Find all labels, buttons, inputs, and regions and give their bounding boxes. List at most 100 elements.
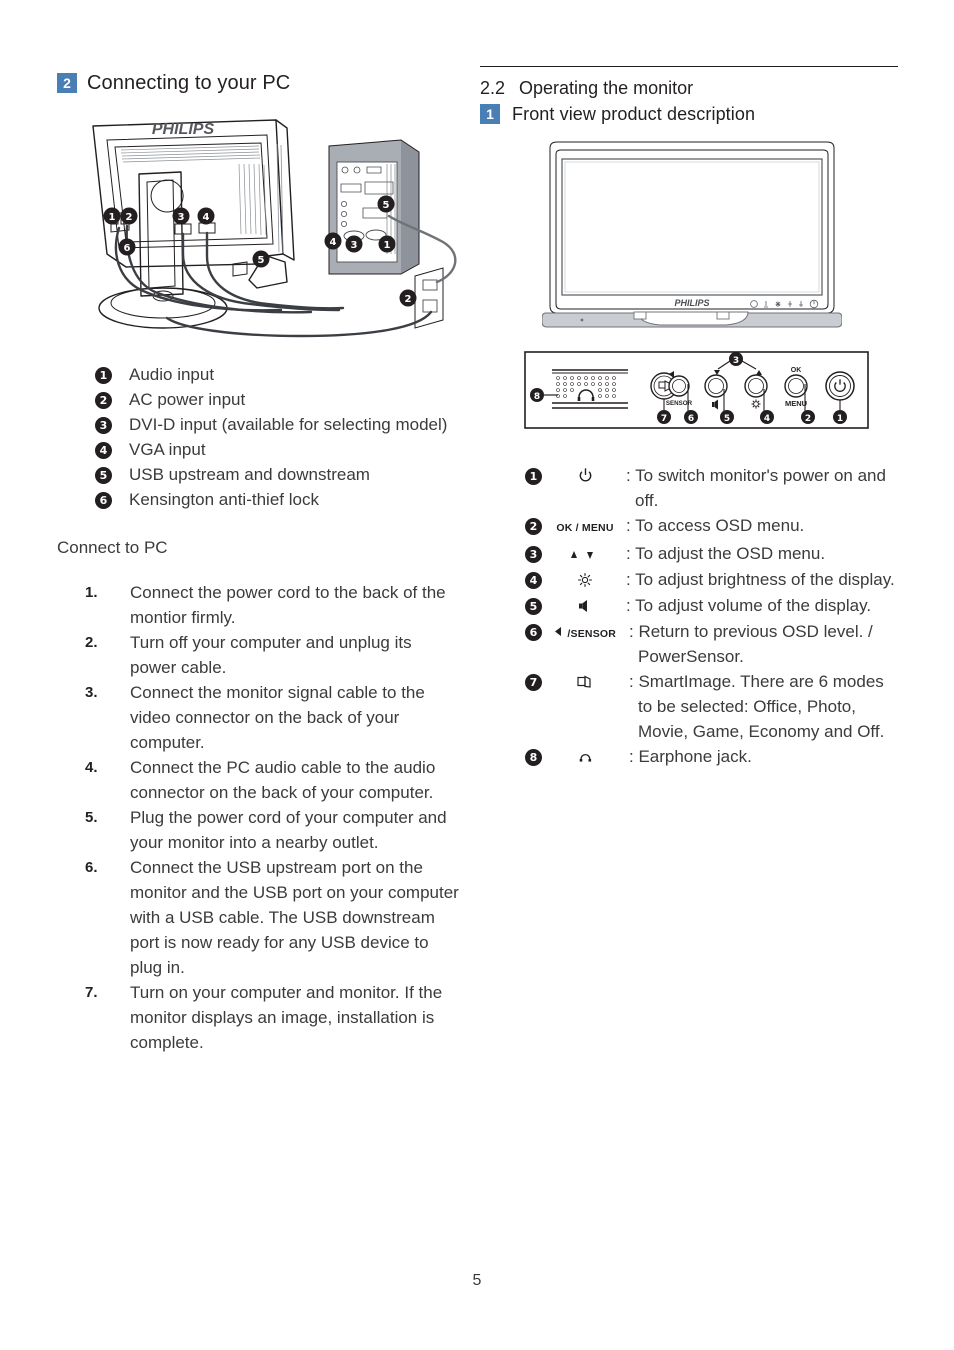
list-item: 4. Connect the PC audio cable to the aud…	[85, 755, 467, 805]
button-desc-2: : To access OSD menu.	[626, 516, 805, 535]
subsection-title: Front view product description	[512, 104, 756, 124]
back-sensor-icon: /SENSOR	[548, 620, 622, 647]
svg-text:2: 2	[126, 212, 133, 223]
button-bullet-7: 7	[525, 674, 542, 691]
svg-text:5: 5	[724, 414, 730, 424]
button-desc-6: : Return to previous OSD level. / PowerS…	[629, 622, 873, 666]
step-text-1: Connect the power cord to the back of th…	[130, 583, 446, 627]
svg-text:6: 6	[124, 243, 131, 254]
list-item: 4 VGA input	[95, 437, 467, 462]
list-item: 7 : SmartImage. There are 6 modes to be …	[525, 669, 898, 744]
ok-menu-label: OK / MENU	[556, 522, 614, 534]
list-item: 5 : To adjust volume of the display.	[525, 593, 898, 619]
step-number-2: 2.	[85, 634, 98, 651]
legend-bullet-1: 1	[95, 367, 112, 384]
brightness-icon	[548, 568, 622, 593]
button-bullet-1: 1	[525, 468, 542, 485]
svg-text:7: 7	[661, 414, 667, 424]
svg-text:2: 2	[405, 294, 412, 305]
list-item: 6 /SENSOR : Return to previous OSD level…	[525, 619, 898, 669]
subsection-badge: 1	[480, 104, 500, 124]
list-item: 3. Connect the monitor signal cable to t…	[85, 680, 467, 755]
button-bullet-5: 5	[525, 598, 542, 615]
section-heading-2-2: 2.2 Operating the monitor	[480, 75, 898, 101]
control-panel-figure: 8 7 SENSOR 6 3 5 4 OK MENU 2 1	[524, 351, 898, 429]
section-title: Operating the monitor	[519, 78, 694, 98]
volume-icon	[548, 594, 622, 619]
monitor-front-illustration: PHILIPS	[542, 141, 842, 328]
list-item: 7. Turn on your computer and monitor. If…	[85, 980, 467, 1055]
monitor-front-view-figure: PHILIPS	[542, 140, 898, 335]
legend-bullet-2: 2	[95, 392, 112, 409]
legend-bullet-3: 3	[95, 417, 112, 434]
rear-connection-illustration: 1 2 6 3 4 5 5 4 3 1 2 PHILIPS	[92, 119, 457, 338]
left-column: 2 Connecting to your PC 1 2 6 3 4 5 5 4 …	[57, 70, 467, 1055]
ok-label: OK	[791, 367, 802, 374]
legend-label-2: AC power input	[129, 390, 246, 409]
menu-label: MENU	[785, 399, 807, 408]
step-number-7: 7.	[85, 984, 98, 1001]
list-item: 4 : To adjust brightness of the display.	[525, 567, 898, 593]
step-number-6: 6.	[85, 859, 98, 876]
manual-page: 2 Connecting to your PC 1 2 6 3 4 5 5 4 …	[0, 0, 954, 1350]
list-item: 1. Connect the power cord to the back of…	[85, 580, 467, 630]
svg-text:3: 3	[733, 356, 739, 366]
left-section-heading: 2 Connecting to your PC	[57, 70, 467, 96]
button-desc-1: : To switch monitor's power on and off.	[626, 466, 886, 510]
svg-text:4: 4	[203, 212, 210, 223]
up-down-arrows-icon	[548, 542, 622, 567]
list-item: 3 : To adjust the OSD menu.	[525, 541, 898, 567]
port-legend-list: 1 Audio input 2 AC power input 3 DVI-D i…	[95, 362, 467, 512]
step-number-3: 3.	[85, 684, 98, 701]
legend-label-1: Audio input	[129, 365, 215, 384]
list-item: 2. Turn off your computer and unplug its…	[85, 630, 467, 680]
list-item: 2 AC power input	[95, 387, 467, 412]
connect-to-pc-title: Connect to PC	[57, 538, 168, 557]
svg-text:6: 6	[688, 414, 694, 424]
step-text-2: Turn off your computer and unplug its po…	[130, 633, 412, 677]
power-icon	[548, 464, 622, 489]
sensor-label: SENSOR	[666, 400, 693, 407]
svg-text:4: 4	[764, 414, 770, 424]
button-desc-8: : Earphone jack.	[629, 747, 752, 766]
earphone-icon	[548, 745, 622, 770]
smartimage-icon	[548, 670, 622, 695]
list-item: 5 USB upstream and downstream	[95, 462, 467, 487]
legend-label-5: USB upstream and downstream	[129, 465, 370, 484]
control-panel-illustration: 8 7 SENSOR 6 3 5 4 OK MENU 2 1	[524, 351, 869, 429]
svg-text:1: 1	[384, 240, 391, 251]
rear-connection-diagram: 1 2 6 3 4 5 5 4 3 1 2 PHILIPS	[71, 104, 467, 354]
legend-bullet-5: 5	[95, 467, 112, 484]
step-text-5: Plug the power cord of your computer and…	[130, 808, 447, 852]
svg-text:1: 1	[837, 414, 843, 424]
list-item: 6 Kensington anti-thief lock	[95, 487, 467, 512]
legend-label-4: VGA input	[129, 440, 206, 459]
step-text-7: Turn on your computer and monitor. If th…	[130, 983, 443, 1052]
step-text-3: Connect the monitor signal cable to the …	[130, 683, 425, 752]
step-text-4: Connect the PC audio cable to the audio …	[130, 758, 436, 802]
list-item: 2 OK / MENU : To access OSD menu.	[525, 513, 898, 541]
ok-menu-icon: OK / MENU	[548, 514, 622, 541]
svg-text:2: 2	[805, 414, 811, 424]
button-desc-5: : To adjust volume of the display.	[626, 596, 872, 615]
button-desc-3: : To adjust the OSD menu.	[626, 544, 826, 563]
sensor-label: /SENSOR	[567, 628, 617, 640]
legend-label-6: Kensington anti-thief lock	[129, 490, 319, 509]
button-desc-7: : SmartImage. There are 6 modes to be se…	[629, 672, 885, 741]
section-number: 2.2	[480, 78, 506, 98]
button-bullet-8: 8	[525, 749, 542, 766]
step-number-5: 5.	[85, 809, 98, 826]
legend-label-3: DVI-D input (available for selecting mod…	[129, 415, 448, 434]
svg-text:8: 8	[534, 392, 540, 402]
legend-bullet-6: 6	[95, 492, 112, 509]
button-description-list: 1 : To switch monitor's power on and off…	[525, 463, 898, 770]
button-bullet-6: 6	[525, 624, 542, 641]
front-brand-label: PHILIPS	[674, 298, 709, 308]
subsection-heading: 1 Front view product description	[480, 102, 898, 126]
page-number: 5	[472, 1272, 482, 1289]
step-text-6: Connect the USB upstream port on the mon…	[130, 858, 459, 977]
svg-text:1: 1	[109, 212, 116, 223]
section-title: Connecting to your PC	[87, 72, 291, 94]
step-number-1: 1.	[85, 584, 98, 601]
list-item: 5. Plug the power cord of your computer …	[85, 805, 467, 855]
